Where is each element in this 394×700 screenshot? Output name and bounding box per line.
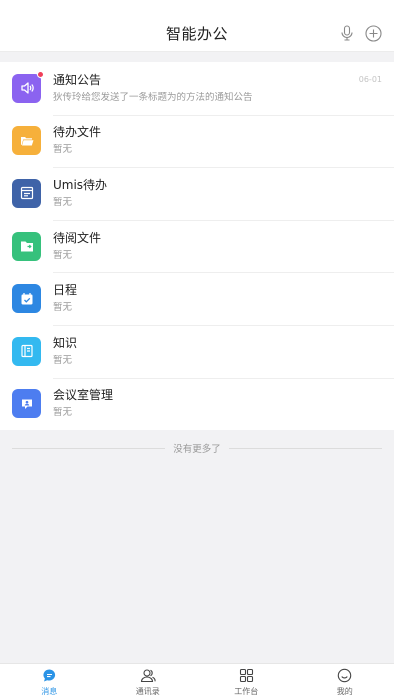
grid-icon <box>238 668 254 684</box>
list-item-subtitle: 暂无 <box>53 196 73 208</box>
list-item-subtitle: 暂无 <box>53 354 73 366</box>
speaker-icon <box>20 82 34 94</box>
book-icon <box>20 345 33 358</box>
list-item-time: 06-01 <box>358 75 382 84</box>
list-item-subtitle: 暂无 <box>53 144 73 156</box>
meeting-room-app-icon <box>12 389 41 419</box>
no-more-text: 没有更多了 <box>173 444 221 455</box>
list-item-subtitle: 暂无 <box>53 249 73 261</box>
list-item-meeting-room[interactable]: 会议室管理 暂无 <box>0 377 394 431</box>
notice-app-icon <box>12 70 44 103</box>
list-item-to-read-files[interactable]: 待阅文件 暂无 <box>0 219 394 273</box>
list-item-title: 待阅文件 <box>53 230 102 245</box>
umis-app-icon <box>12 178 41 208</box>
no-more-divider: 没有更多了 <box>12 441 383 455</box>
tab-mine[interactable]: 我的 <box>296 664 394 700</box>
list-item-title: 日程 <box>53 283 78 298</box>
contacts-icon <box>140 668 156 684</box>
list-item-title: Umis待办 <box>53 177 108 192</box>
bottom-tab-bar: 消息 通讯录 工作台 我的 <box>0 663 394 700</box>
knowledge-app-icon <box>12 336 41 366</box>
app-header: 智能办公 <box>0 0 394 52</box>
list-item-knowledge[interactable]: 知识 暂无 <box>0 324 394 378</box>
list-item-title: 知识 <box>53 335 78 350</box>
unread-dot <box>37 70 44 78</box>
tab-label: 工作台 <box>234 686 259 696</box>
calendar-check-icon <box>21 292 32 305</box>
to-read-files-app-icon <box>12 231 41 261</box>
tab-workbench[interactable]: 工作台 <box>197 664 296 700</box>
meeting-room-icon <box>21 399 32 409</box>
window-icon <box>20 187 33 200</box>
schedule-app-icon <box>12 284 41 314</box>
list-item-subtitle: 暂无 <box>53 302 73 314</box>
tab-label: 通讯录 <box>135 686 160 696</box>
add-circle-icon[interactable] <box>364 24 382 42</box>
list-item-subtitle: 暂无 <box>53 407 73 419</box>
microphone-icon[interactable] <box>338 24 356 42</box>
pending-files-app-icon <box>12 126 41 156</box>
list-item-title: 会议室管理 <box>53 388 114 403</box>
list-item-notice[interactable]: 通知公告 狄传玲给您发送了一条标题为的方法的通知公告 06-01 <box>0 62 394 115</box>
list-item-title: 待办文件 <box>53 125 102 140</box>
page-title: 智能办公 <box>165 25 228 43</box>
tab-label: 消息 <box>41 686 58 696</box>
folder-open-icon <box>20 136 33 146</box>
list-item-schedule[interactable]: 日程 暂无 <box>0 272 394 325</box>
smile-icon <box>337 668 353 684</box>
list-item-title: 通知公告 <box>53 72 102 87</box>
tab-label: 我的 <box>336 686 353 696</box>
list-item-subtitle: 狄传玲给您发送了一条标题为的方法的通知公告 <box>53 91 253 103</box>
tab-messages[interactable]: 消息 <box>0 664 99 700</box>
list-item-pending-files[interactable]: 待办文件 暂无 <box>0 114 394 168</box>
tab-contacts[interactable]: 通讯录 <box>99 664 198 700</box>
message-list: 通知公告 狄传玲给您发送了一条标题为的方法的通知公告 06-01 待办文件 暂无… <box>0 62 394 431</box>
list-item-umis-pending[interactable]: Umis待办 暂无 <box>0 167 394 220</box>
message-icon <box>41 668 57 684</box>
header-actions <box>338 24 382 42</box>
folder-arrow-icon <box>20 241 33 252</box>
